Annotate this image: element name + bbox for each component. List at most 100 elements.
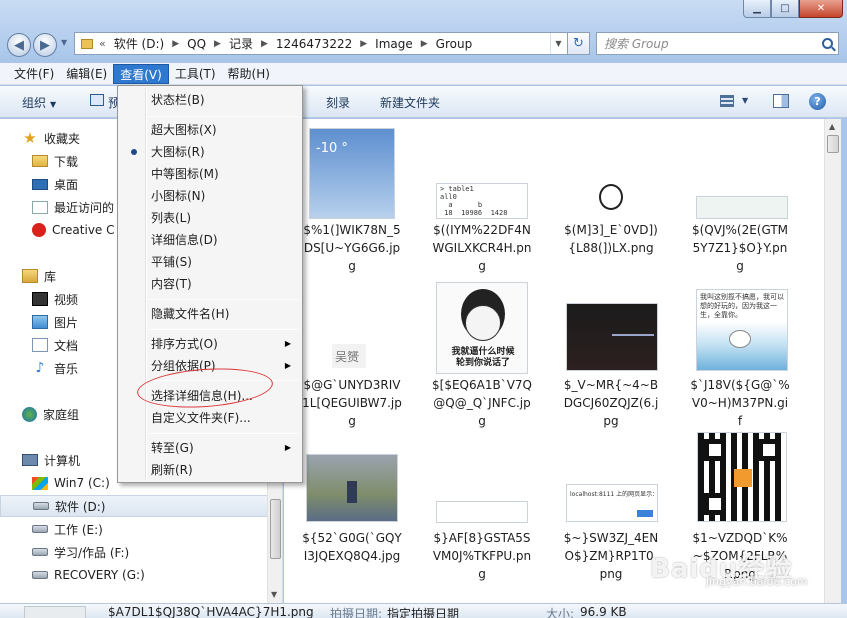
file-thumbnail-photo[interactable] xyxy=(306,454,398,522)
selected-file-name: $A7DL1$QJ38Q`HVA4AC}7H1.png xyxy=(108,605,314,618)
menu-item-customize-folder[interactable]: 自定义文件夹(F)... xyxy=(121,407,299,429)
recent-pages-dropdown[interactable]: ▼ xyxy=(61,38,67,47)
date-taken-value[interactable]: 指定拍摄日期 xyxy=(387,605,459,618)
file-name[interactable]: $(M]3]_E`0VD]){L88(])LX.png xyxy=(561,221,661,257)
scroll-down-icon[interactable]: ▼ xyxy=(271,590,277,599)
menu-item-go-to[interactable]: 转至(G) ▶ xyxy=(121,437,299,459)
new-folder-button[interactable]: 新建文件夹 xyxy=(380,94,440,111)
file-thumbnail-emoji[interactable] xyxy=(590,179,630,219)
burn-button[interactable]: 刻录 xyxy=(326,94,350,111)
file-list: -10 ° $%1(]WIK78N_5DS[U~YG6G6.jpg > tabl… xyxy=(284,119,824,603)
radio-bullet-icon xyxy=(131,149,137,155)
breadcrumb-group[interactable]: Group xyxy=(436,37,473,51)
menu-file[interactable]: 文件(F) xyxy=(8,64,60,84)
view-options-dropdown[interactable]: ▼ xyxy=(742,96,748,105)
menu-bar: 文件(F) 编辑(E) 查看(V) 工具(T) 帮助(H) xyxy=(0,63,847,85)
refresh-button[interactable]: ↻ xyxy=(567,32,590,55)
organize-button[interactable]: 组织 ▼ xyxy=(22,94,56,111)
file-name[interactable]: $@G`UNYD3RIV1L[QEGUIBW7.jpg xyxy=(302,376,402,430)
file-thumbnail-weather[interactable]: -10 ° xyxy=(309,128,395,219)
file-thumbnail-comic[interactable]: 我叫这别揽不搞愿，我可以想的好玩的，因为我这一生，全靠你。 xyxy=(696,289,788,371)
minimize-icon: ▁ xyxy=(753,3,761,14)
hard-drive-icon xyxy=(33,502,49,510)
menu-item-statusbar[interactable]: 状态栏(B) xyxy=(121,89,299,111)
watermark-url: jingyan.baidu.com xyxy=(706,575,808,588)
menu-item-large-icons[interactable]: 大图标(R) xyxy=(121,141,299,163)
file-thumbnail-meme[interactable]: 我就逼什么时候 轮到你说话了 xyxy=(436,282,528,374)
nav-drive-e[interactable]: 工作 (E:) xyxy=(0,518,270,540)
breadcrumb-qq[interactable]: QQ ▶ xyxy=(187,37,221,51)
nav-drive-g[interactable]: RECOVERY (G:) xyxy=(0,564,270,586)
menu-item-content[interactable]: 内容(T) xyxy=(121,273,299,295)
scrollbar-thumb[interactable] xyxy=(270,499,281,559)
breadcrumb-image[interactable]: Image ▶ xyxy=(375,37,428,51)
scroll-up-icon[interactable]: ▲ xyxy=(829,122,835,131)
homegroup-icon xyxy=(22,406,37,422)
documents-library-icon xyxy=(32,338,48,352)
scrollbar-thumb[interactable] xyxy=(827,135,839,153)
search-icon[interactable] xyxy=(822,38,833,49)
menu-item-medium-icons[interactable]: 中等图标(M) xyxy=(121,163,299,185)
address-history-dropdown[interactable]: ▼ xyxy=(550,33,566,54)
file-name[interactable]: $(QVJ%(2E(GTM5Y7Z1}$O}Y.png xyxy=(690,221,790,275)
file-name[interactable]: ${52`G0G(`GQYI3JQEXQ8Q4.jpg xyxy=(302,529,402,565)
breadcrumb-account[interactable]: 1246473222 ▶ xyxy=(276,37,367,51)
hard-drive-icon xyxy=(32,571,48,579)
preview-pane-icon[interactable] xyxy=(773,94,789,108)
file-name[interactable]: $~}SW3ZJ_4ENO$}ZM}RP1T0.png xyxy=(561,529,661,583)
recent-places-icon xyxy=(32,200,48,214)
forward-button[interactable]: ▶ xyxy=(33,33,57,57)
breadcrumb-separator-icon[interactable]: ▶ xyxy=(360,39,367,49)
computer-icon xyxy=(22,454,38,466)
breadcrumb-records[interactable]: 记录 ▶ xyxy=(229,35,268,52)
file-name[interactable]: $}AF[8}GSTA5SVM0J%TKFPU.png xyxy=(432,529,532,583)
size-label: 大小: xyxy=(546,607,575,618)
star-icon: ★ xyxy=(23,129,37,147)
downloads-folder-icon xyxy=(32,155,48,167)
menu-item-sort-by[interactable]: 排序方式(O) ▶ xyxy=(121,333,299,355)
menu-item-small-icons[interactable]: 小图标(N) xyxy=(121,185,299,207)
address-bar[interactable]: « 软件 (D:) ▶ QQ ▶ 记录 ▶ 1246473222 ▶ Image ▶ Gr… xyxy=(74,32,590,55)
menu-item-refresh[interactable]: 刷新(R) xyxy=(121,459,299,481)
menu-item-tiles[interactable]: 平铺(S) xyxy=(121,251,299,273)
menu-tools[interactable]: 工具(T) xyxy=(169,64,222,84)
breadcrumb-drive[interactable]: 软件 (D:) ▶ xyxy=(114,35,179,52)
address-overflow-chevron[interactable]: « xyxy=(99,37,106,50)
file-name[interactable]: $`J18V(${G@`%V0~H)M37PN.gif xyxy=(690,376,790,430)
hard-drive-icon xyxy=(32,548,48,556)
search-input[interactable]: 搜索 Group xyxy=(596,32,839,55)
minimize-button[interactable]: ▁ xyxy=(743,0,771,18)
file-thumbnail-wudu[interactable]: 吴赟 xyxy=(332,344,366,368)
menu-item-details[interactable]: 详细信息(D) xyxy=(121,229,299,251)
file-name[interactable]: $%1(]WIK78N_5DS[U~YG6G6.jpg xyxy=(302,221,402,275)
file-list-scrollbar[interactable]: ▲ xyxy=(824,119,841,603)
breadcrumb-separator-icon[interactable]: ▶ xyxy=(172,39,179,49)
change-view-icon[interactable] xyxy=(720,95,734,107)
selected-file-thumbnail xyxy=(24,606,86,618)
back-button[interactable]: ◀ xyxy=(7,33,31,57)
menu-view[interactable]: 查看(V) xyxy=(113,63,169,84)
file-thumbnail-code[interactable]: > table1 all0 a b 18 10986 1428 xyxy=(436,183,528,219)
file-name[interactable]: $[$EQ6A1B`V7Q@Q@_Q`JNFC.jpg xyxy=(432,376,532,430)
menu-item-list[interactable]: 列表(L) xyxy=(121,207,299,229)
file-thumbnail-form[interactable] xyxy=(436,501,528,523)
nav-drive-d[interactable]: 软件 (D:) xyxy=(0,495,270,517)
file-name[interactable]: $_V~MR{~4~BDGCJ60ZQJZ(6.jpg xyxy=(561,376,661,430)
file-name[interactable]: $((IYM%22DF4NWGILXKCR4H.png xyxy=(432,221,532,275)
menu-item-extra-large-icons[interactable]: 超大图标(X) xyxy=(121,119,299,141)
file-thumbnail-dialog[interactable]: localhost:8111 上的网页显示： xyxy=(566,484,658,522)
menu-item-hide-extensions[interactable]: 隐藏文件名(H) xyxy=(121,303,299,325)
menu-edit[interactable]: 编辑(E) xyxy=(60,64,113,84)
nav-drive-f[interactable]: 学习/作品 (F:) xyxy=(0,541,270,563)
explorer-window: ▁ □ ✕ ◀ ▶ ▼ « 软件 (D:) ▶ QQ ▶ 记录 ▶ 124647322… xyxy=(0,0,847,618)
file-thumbnail-screen[interactable] xyxy=(566,303,658,371)
breadcrumb-separator-icon[interactable]: ▶ xyxy=(421,39,428,49)
file-thumbnail-qrcode[interactable] xyxy=(697,432,787,522)
close-button[interactable]: ✕ xyxy=(799,0,843,18)
menu-help[interactable]: 帮助(H) xyxy=(222,64,276,84)
breadcrumb-separator-icon[interactable]: ▶ xyxy=(214,39,221,49)
file-thumbnail-chat[interactable] xyxy=(696,196,788,219)
breadcrumb-separator-icon[interactable]: ▶ xyxy=(261,39,268,49)
help-icon[interactable]: ? xyxy=(809,93,826,110)
maximize-button[interactable]: □ xyxy=(771,0,799,18)
